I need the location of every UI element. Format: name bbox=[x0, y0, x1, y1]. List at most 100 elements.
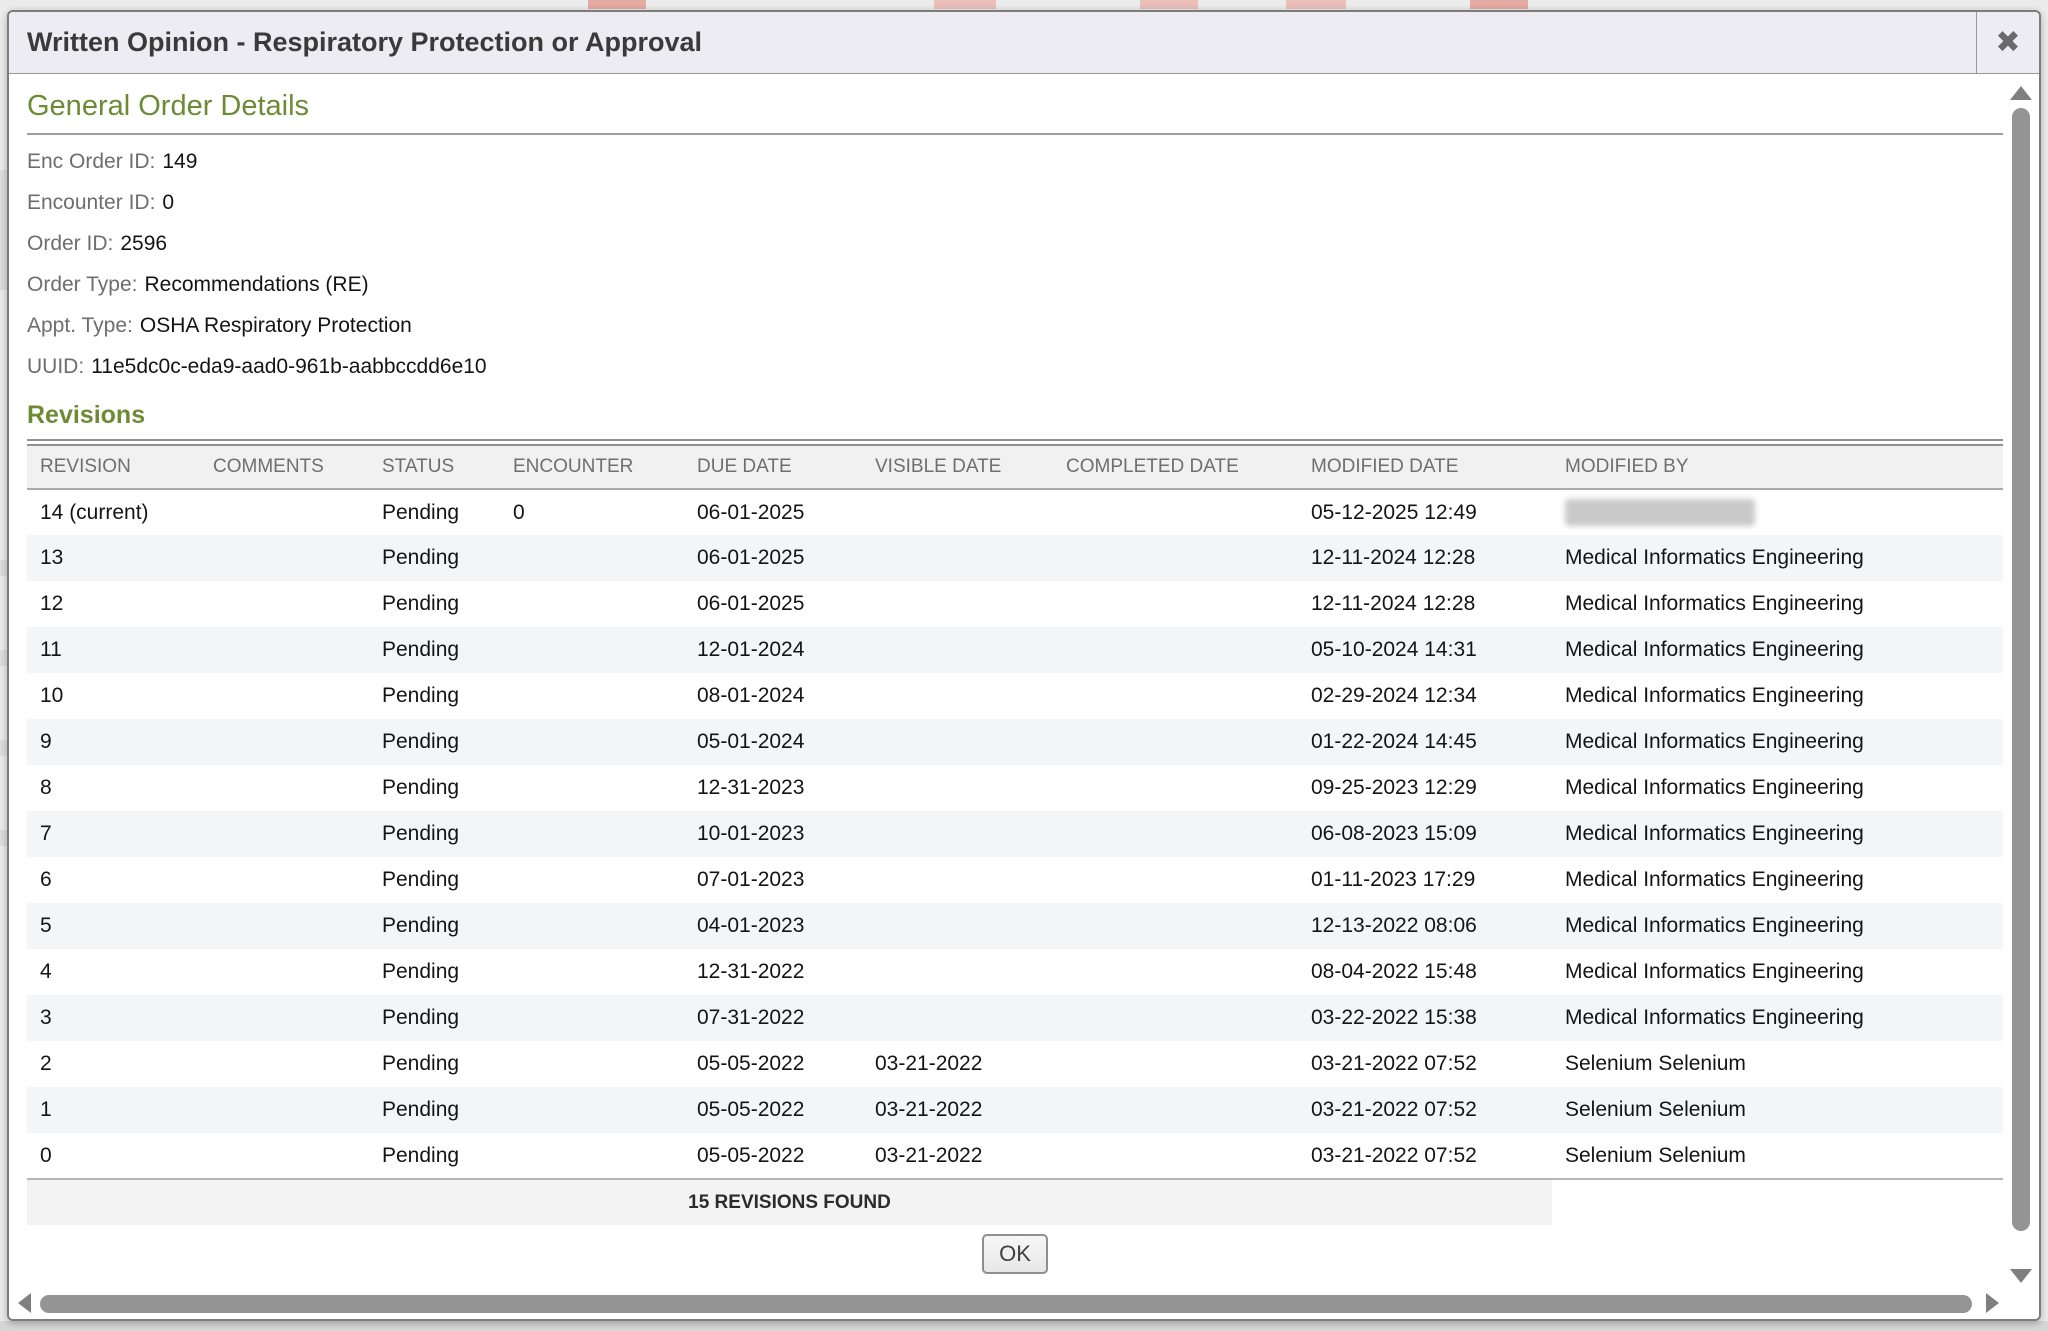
cell-comments bbox=[200, 903, 369, 949]
cell-status: Pending bbox=[369, 535, 500, 581]
cell-modified-date: 08-04-2022 15:48 bbox=[1298, 949, 1552, 995]
background-artifact bbox=[588, 0, 646, 9]
field-label: Enc Order ID: bbox=[27, 150, 155, 173]
cell-modified-by: Medical Informatics Engineering bbox=[1552, 811, 2003, 857]
cell-completed-date bbox=[1053, 811, 1298, 857]
cell-comments bbox=[200, 581, 369, 627]
cell-encounter bbox=[500, 765, 684, 811]
cell-due-date: 12-01-2024 bbox=[684, 627, 862, 673]
cell-modified-date: 12-11-2024 12:28 bbox=[1298, 535, 1552, 581]
background-artifact bbox=[0, 1321, 2048, 1331]
table-row: 14 (current)Pending006-01-202505-12-2025… bbox=[27, 489, 2003, 535]
scroll-down-icon[interactable] bbox=[2010, 1269, 2032, 1283]
scroll-left-icon[interactable] bbox=[18, 1293, 31, 1313]
cell-modified-date: 03-21-2022 07:52 bbox=[1298, 1133, 1552, 1179]
cell-visible-date: 03-21-2022 bbox=[862, 1041, 1053, 1087]
table-row: 5Pending04-01-202312-13-2022 08:06Medica… bbox=[27, 903, 2003, 949]
cell-revision: 12 bbox=[27, 581, 200, 627]
field-enc-order-id: Enc Order ID: 149 bbox=[27, 141, 2003, 182]
cell-due-date: 12-31-2022 bbox=[684, 949, 862, 995]
cell-modified-by: Medical Informatics Engineering bbox=[1552, 719, 2003, 765]
cell-modified-by: Medical Informatics Engineering bbox=[1552, 627, 2003, 673]
cell-modified-by: Selenium Selenium bbox=[1552, 1133, 2003, 1179]
table-row: 2Pending05-05-202203-21-202203-21-2022 0… bbox=[27, 1041, 2003, 1087]
cell-status: Pending bbox=[369, 811, 500, 857]
horizontal-scrollbar-thumb[interactable] bbox=[40, 1295, 1972, 1313]
footer-empty-cell bbox=[1552, 1179, 2003, 1225]
dialog-titlebar: Written Opinion - Respiratory Protection… bbox=[9, 12, 2039, 74]
cell-modified-date: 06-08-2023 15:09 bbox=[1298, 811, 1552, 857]
table-row: 12Pending06-01-202512-11-2024 12:28Medic… bbox=[27, 581, 2003, 627]
cell-completed-date bbox=[1053, 995, 1298, 1041]
ok-button[interactable]: OK bbox=[982, 1234, 1048, 1274]
background-artifact bbox=[0, 740, 7, 756]
cell-completed-date bbox=[1053, 627, 1298, 673]
cell-due-date: 08-01-2024 bbox=[684, 673, 862, 719]
cell-modified-by: Selenium Selenium bbox=[1552, 1041, 2003, 1087]
cell-modified-date: 12-11-2024 12:28 bbox=[1298, 581, 1552, 627]
cell-modified-by: Medical Informatics Engineering bbox=[1552, 673, 2003, 719]
cell-completed-date bbox=[1053, 535, 1298, 581]
field-value: 0 bbox=[162, 191, 174, 214]
scroll-right-icon[interactable] bbox=[1986, 1293, 1999, 1313]
cell-revision: 2 bbox=[27, 1041, 200, 1087]
cell-encounter bbox=[500, 857, 684, 903]
vertical-scrollbar[interactable] bbox=[2003, 74, 2039, 1289]
field-value: 11e5dc0c-eda9-aad0-961b-aabbccdd6e10 bbox=[91, 355, 486, 378]
cell-revision: 11 bbox=[27, 627, 200, 673]
table-row: 1Pending05-05-202203-21-202203-21-2022 0… bbox=[27, 1087, 2003, 1133]
cell-revision: 3 bbox=[27, 995, 200, 1041]
background-artifact bbox=[0, 650, 7, 666]
cell-visible-date bbox=[862, 811, 1053, 857]
cell-modified-date: 03-21-2022 07:52 bbox=[1298, 1087, 1552, 1133]
cell-visible-date bbox=[862, 535, 1053, 581]
background-artifact bbox=[1286, 0, 1346, 9]
close-button[interactable]: ✖ bbox=[1976, 12, 2039, 73]
cell-modified-by: Medical Informatics Engineering bbox=[1552, 581, 2003, 627]
cell-completed-date bbox=[1053, 581, 1298, 627]
cell-comments bbox=[200, 811, 369, 857]
vertical-scrollbar-thumb[interactable] bbox=[2012, 108, 2030, 1231]
cell-modified-date: 03-21-2022 07:52 bbox=[1298, 1041, 1552, 1087]
table-footer-row: 15 REVISIONS FOUND bbox=[27, 1179, 2003, 1225]
cell-visible-date: 03-21-2022 bbox=[862, 1087, 1053, 1133]
cell-due-date: 07-31-2022 bbox=[684, 995, 862, 1041]
cell-visible-date bbox=[862, 581, 1053, 627]
cell-comments bbox=[200, 673, 369, 719]
horizontal-scrollbar[interactable] bbox=[9, 1289, 2039, 1319]
background-artifact bbox=[0, 830, 7, 846]
field-value: 149 bbox=[162, 150, 197, 173]
cell-comments bbox=[200, 765, 369, 811]
cell-comments bbox=[200, 1133, 369, 1179]
table-row: 8Pending12-31-202309-25-2023 12:29Medica… bbox=[27, 765, 2003, 811]
cell-visible-date bbox=[862, 489, 1053, 535]
cell-modified-by bbox=[1552, 489, 2003, 535]
cell-encounter bbox=[500, 535, 684, 581]
column-header-comments: COMMENTS bbox=[200, 445, 369, 489]
cell-status: Pending bbox=[369, 1133, 500, 1179]
cell-comments bbox=[200, 489, 369, 535]
cell-encounter bbox=[500, 673, 684, 719]
cell-status: Pending bbox=[369, 627, 500, 673]
field-uuid: UUID:11e5dc0c-eda9-aad0-961b-aabbccdd6e1… bbox=[27, 346, 2003, 387]
cell-encounter bbox=[500, 995, 684, 1041]
cell-modified-date: 05-12-2025 12:49 bbox=[1298, 489, 1552, 535]
cell-modified-date: 01-22-2024 14:45 bbox=[1298, 719, 1552, 765]
table-row: 4Pending12-31-202208-04-2022 15:48Medica… bbox=[27, 949, 2003, 995]
cell-completed-date bbox=[1053, 719, 1298, 765]
cell-modified-by: Medical Informatics Engineering bbox=[1552, 995, 2003, 1041]
cell-due-date: 12-31-2023 bbox=[684, 765, 862, 811]
cell-revision: 1 bbox=[27, 1087, 200, 1133]
cell-completed-date bbox=[1053, 1087, 1298, 1133]
table-row: 3Pending07-31-202203-22-2022 15:38Medica… bbox=[27, 995, 2003, 1041]
cell-modified-date: 09-25-2023 12:29 bbox=[1298, 765, 1552, 811]
revisions-count: 15 REVISIONS FOUND bbox=[27, 1179, 1552, 1225]
scroll-up-icon[interactable] bbox=[2010, 86, 2032, 100]
cell-completed-date bbox=[1053, 857, 1298, 903]
cell-revision: 10 bbox=[27, 673, 200, 719]
cell-status: Pending bbox=[369, 1087, 500, 1133]
redacted-modified-by bbox=[1565, 499, 1755, 526]
page-background: Written Opinion - Respiratory Protection… bbox=[0, 0, 2048, 1331]
column-header-revision: REVISION bbox=[27, 445, 200, 489]
cell-completed-date bbox=[1053, 489, 1298, 535]
